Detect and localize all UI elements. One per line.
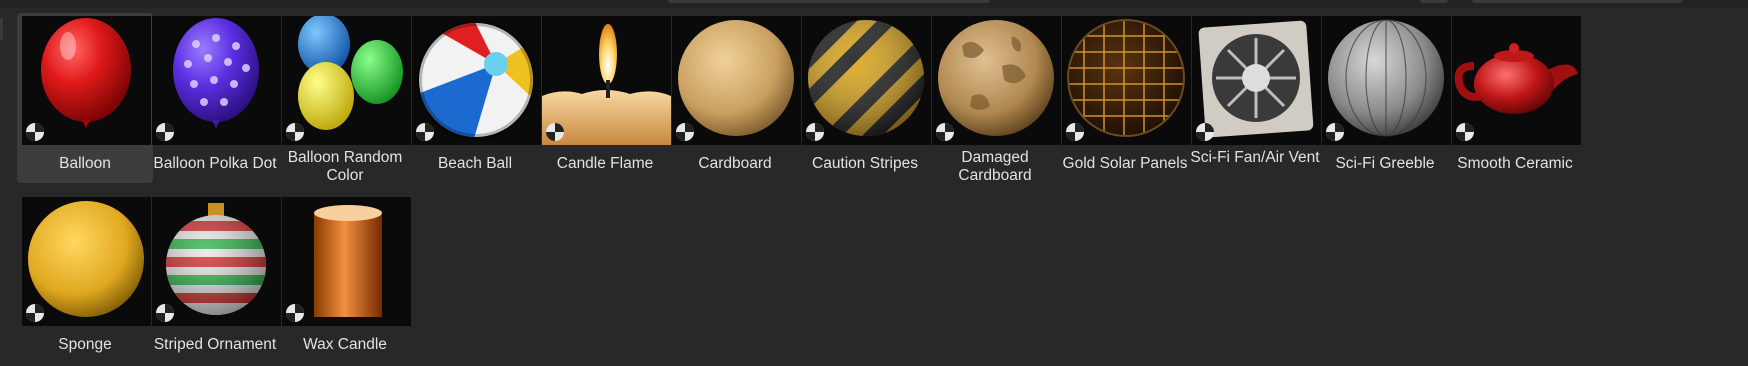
asset-tile-beach-ball[interactable]: Beach Ball: [407, 13, 543, 183]
material-type-icon: [25, 122, 45, 142]
asset-tile-balloon[interactable]: Balloon: [17, 13, 153, 183]
asset-label: Sci-Fi Greeble: [1335, 155, 1435, 172]
material-type-icon: [675, 122, 695, 142]
balloon-polka-dot-thumbnail: [152, 16, 281, 145]
asset-label: Striped Ornament: [153, 336, 277, 353]
asset-tile-wax-candle[interactable]: Wax Candle: [277, 194, 413, 364]
ceramic-teapot-thumbnail: [1452, 16, 1581, 145]
gold-solar-panels-sphere-thumbnail: [1062, 16, 1191, 145]
asset-tile-gold-solar-panels[interactable]: Gold Solar Panels: [1057, 13, 1193, 183]
asset-tile-smooth-ceramic[interactable]: Smooth Ceramic: [1447, 13, 1583, 183]
asset-tile-balloon-polka-dot[interactable]: Balloon Polka Dot: [147, 13, 283, 183]
material-type-icon: [1455, 122, 1475, 142]
material-type-icon: [1325, 122, 1345, 142]
asset-label: Balloon Random Color: [287, 149, 403, 184]
material-type-icon: [1065, 122, 1085, 142]
asset-tile-balloon-random-color[interactable]: Balloon Random Color: [277, 13, 413, 184]
asset-tile-damaged-cardboard[interactable]: Damaged Cardboard: [927, 13, 1063, 184]
asset-tile-sponge[interactable]: Sponge: [17, 194, 153, 364]
candle-flame-thumbnail: [542, 16, 671, 145]
asset-label: Beach Ball: [437, 155, 513, 172]
balloon-red-thumbnail: [22, 16, 151, 145]
panel-edge: [0, 18, 3, 40]
asset-tile-caution-stripes[interactable]: Caution Stripes: [797, 13, 933, 183]
cardboard-sphere-thumbnail: [672, 16, 801, 145]
material-type-icon: [155, 122, 175, 142]
material-type-icon: [285, 303, 305, 323]
asset-label: Damaged Cardboard: [958, 149, 1032, 184]
asset-label: Sci-Fi Fan/Air Vent: [1190, 149, 1320, 166]
material-type-icon: [1195, 122, 1215, 142]
material-type-icon: [805, 122, 825, 142]
asset-label: Balloon: [59, 155, 111, 172]
material-type-icon: [25, 303, 45, 323]
striped-ornament-thumbnail: [152, 197, 281, 326]
asset-tile-scifi-greeble[interactable]: Sci-Fi Greeble: [1317, 13, 1453, 183]
scifi-greeble-sphere-thumbnail: [1322, 16, 1451, 145]
toolbar-search[interactable]: [1472, 0, 1682, 3]
wax-candle-thumbnail: [282, 197, 411, 326]
asset-label: Wax Candle: [303, 336, 387, 353]
material-type-icon: [155, 303, 175, 323]
asset-label: Smooth Ceramic: [1457, 155, 1573, 172]
material-type-icon: [935, 122, 955, 142]
material-type-icon: [415, 122, 435, 142]
beach-ball-thumbnail: [412, 16, 541, 145]
asset-label: Sponge: [58, 336, 112, 353]
asset-tile-candle-flame[interactable]: Candle Flame: [537, 13, 673, 183]
toolbar-button[interactable]: [1420, 0, 1448, 3]
sponge-sphere-thumbnail: [22, 197, 151, 326]
toolbar-field[interactable]: [668, 0, 990, 3]
asset-label: Gold Solar Panels: [1062, 155, 1188, 172]
asset-label: Caution Stripes: [812, 155, 918, 172]
balloon-random-color-thumbnail: [282, 16, 411, 145]
asset-label: Candle Flame: [556, 155, 654, 172]
asset-tile-cardboard[interactable]: Cardboard: [667, 13, 803, 183]
asset-label: Cardboard: [698, 155, 772, 172]
caution-stripes-sphere-thumbnail: [802, 16, 931, 145]
asset-label: Balloon Polka Dot: [153, 155, 277, 172]
top-toolbar-edge: [0, 0, 1748, 8]
asset-browser-grid: Balloon Balloon Polka Dot Balloon Random…: [17, 13, 1748, 366]
damaged-cardboard-sphere-thumbnail: [932, 16, 1061, 145]
asset-tile-scifi-fan-air-vent[interactable]: Sci-Fi Fan/Air Vent: [1187, 13, 1323, 183]
material-type-icon: [285, 122, 305, 142]
scifi-fan-vent-thumbnail: [1192, 16, 1321, 145]
material-type-icon: [545, 122, 565, 142]
asset-tile-striped-ornament[interactable]: Striped Ornament: [147, 194, 283, 364]
